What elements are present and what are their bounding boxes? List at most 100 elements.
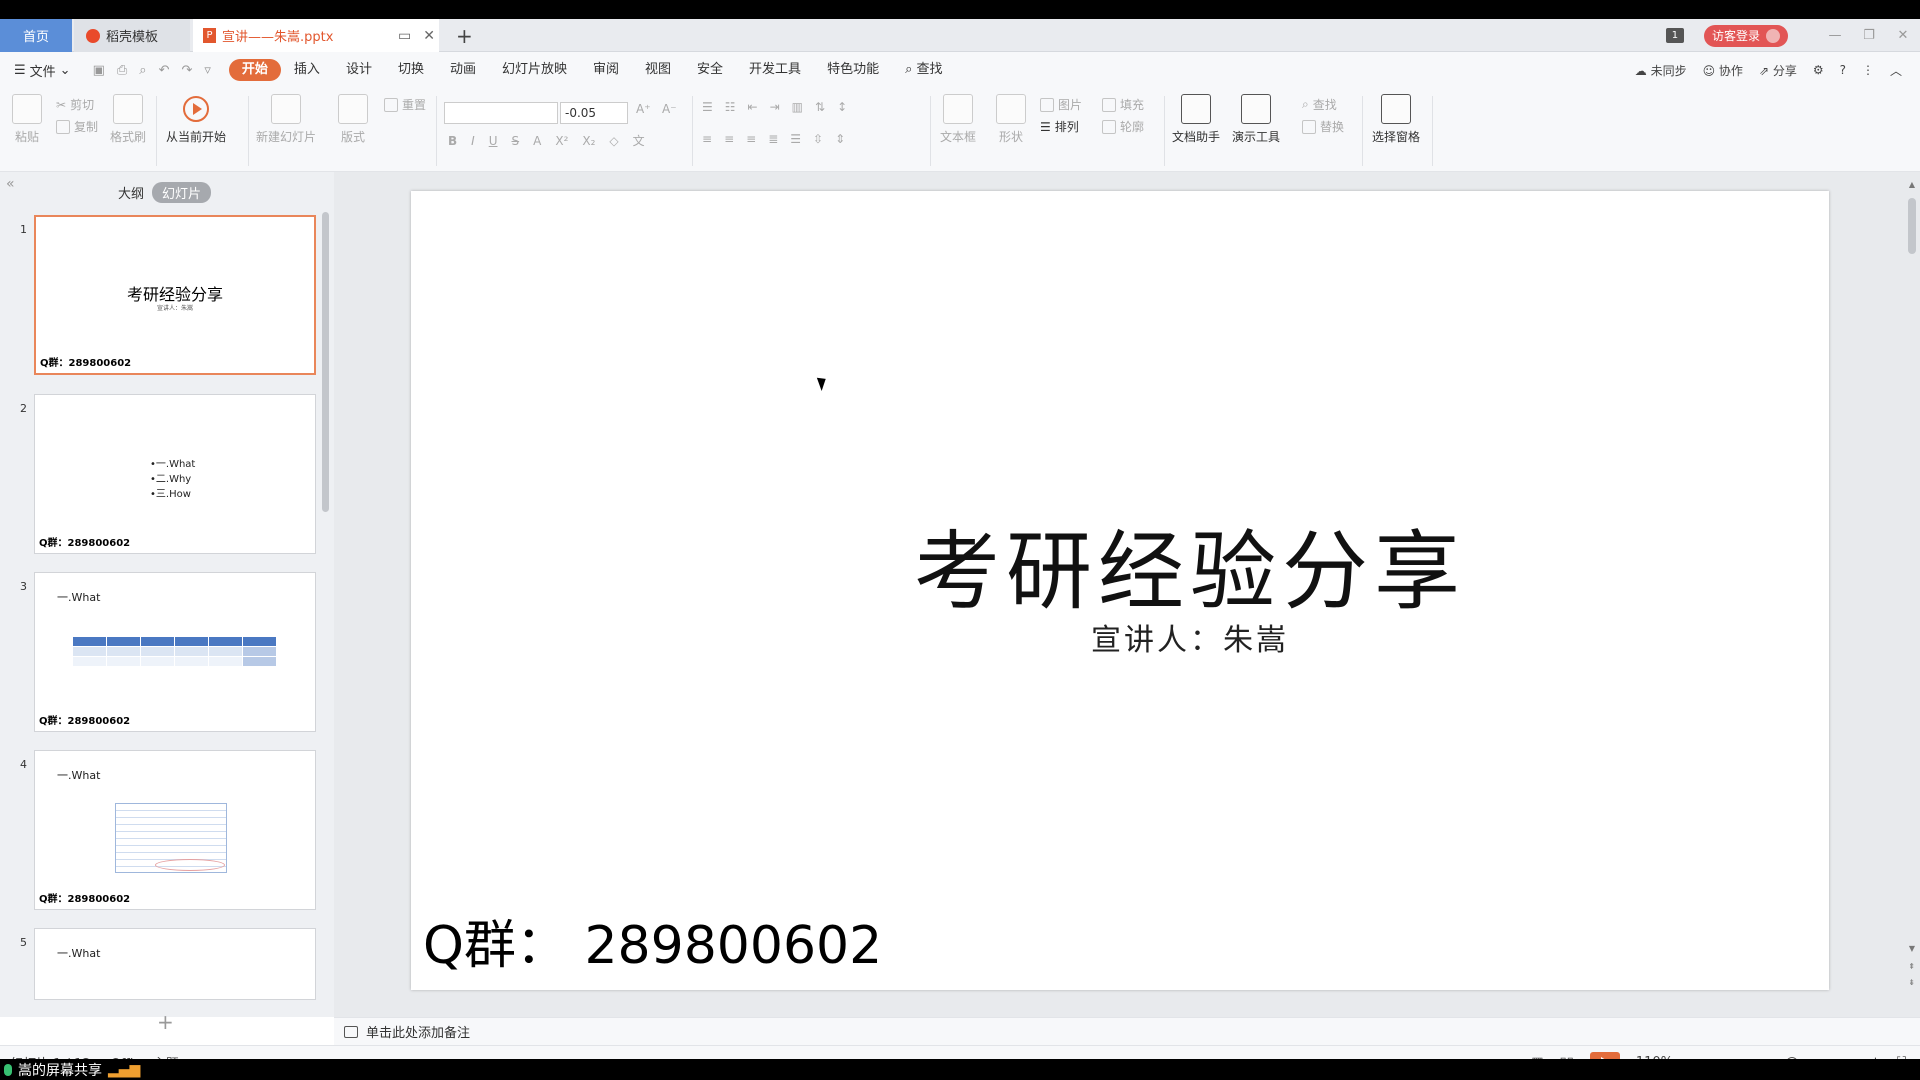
- add-slide-button[interactable]: +: [157, 1010, 174, 1034]
- scroll-down-icon[interactable]: ▼: [1909, 944, 1915, 953]
- italic-icon[interactable]: I: [471, 134, 475, 148]
- menu-tab-design[interactable]: 设计: [333, 59, 385, 81]
- select-pane-button[interactable]: 选择窗格: [1372, 94, 1420, 145]
- editor-scrollbar[interactable]: [1908, 198, 1916, 254]
- collapse-panel-icon[interactable]: «: [6, 176, 15, 192]
- undo-icon[interactable]: ↶: [159, 63, 170, 78]
- minimize-icon[interactable]: —: [1818, 28, 1852, 43]
- notes-placeholder[interactable]: 单击此处添加备注: [366, 1022, 470, 1041]
- next-slide-icon[interactable]: ⇟: [1908, 978, 1915, 987]
- bullets-icon[interactable]: ☰: [702, 100, 713, 114]
- justify-icon[interactable]: ≣: [768, 132, 778, 146]
- customize-icon[interactable]: ▿: [204, 63, 211, 78]
- menu-tab-features[interactable]: 特色功能: [814, 59, 892, 81]
- decrease-indent-icon[interactable]: ⇤: [748, 100, 758, 114]
- share-button[interactable]: ⇗ 分享: [1759, 62, 1797, 79]
- layout-button[interactable]: 版式: [338, 94, 368, 145]
- arrange-button[interactable]: ☰ 排列: [1040, 118, 1079, 135]
- close-window-icon[interactable]: ✕: [1886, 28, 1920, 43]
- slide-thumbnail-1[interactable]: 考研经验分享 宣讲人：朱嵩 Q群：289800602: [34, 215, 316, 375]
- slide-subtitle[interactable]: 宣讲人：朱嵩: [411, 615, 1829, 659]
- menu-tab-view[interactable]: 视图: [632, 59, 684, 81]
- menu-tab-slideshow[interactable]: 幻灯片放映: [489, 59, 580, 81]
- text-direction-icon[interactable]: ⇅: [815, 100, 825, 114]
- fill-button[interactable]: 填充: [1102, 96, 1144, 113]
- menu-tab-transitions[interactable]: 切换: [385, 59, 437, 81]
- slide-thumbnail-3[interactable]: 一.What Q群：289800602: [34, 572, 316, 732]
- present-tools-button[interactable]: 演示工具: [1232, 94, 1280, 145]
- font-size-input[interactable]: -0.05: [560, 102, 628, 124]
- clear-format-icon[interactable]: ◇: [609, 134, 618, 148]
- collab-button[interactable]: ☺ 协作: [1703, 62, 1743, 79]
- collapse-ribbon-icon[interactable]: ︿: [1890, 62, 1902, 79]
- file-menu[interactable]: ☰ 文件 ⌄: [14, 61, 71, 80]
- prev-slide-icon[interactable]: ⇞: [1908, 962, 1915, 971]
- strikethrough-icon[interactable]: S: [512, 134, 520, 148]
- align-right-icon[interactable]: ≡: [746, 132, 756, 146]
- align-center-icon[interactable]: ≡: [724, 132, 734, 146]
- help-icon[interactable]: ?: [1840, 63, 1846, 77]
- subscript-icon[interactable]: X₂: [582, 134, 595, 148]
- save-icon[interactable]: ▣: [93, 63, 105, 78]
- columns-icon[interactable]: ▥: [792, 100, 803, 114]
- restore-tab-icon[interactable]: ▭: [398, 28, 411, 44]
- more-icon[interactable]: ⋮: [1862, 63, 1874, 77]
- close-tab-icon[interactable]: ✕: [423, 28, 435, 44]
- replace-button[interactable]: 替换: [1302, 118, 1344, 135]
- login-button[interactable]: 访客登录: [1703, 24, 1788, 47]
- menu-tab-security[interactable]: 安全: [684, 59, 736, 81]
- underline-icon[interactable]: U: [489, 134, 498, 148]
- tab-template[interactable]: 稻壳模板: [74, 19, 190, 52]
- menu-tab-home[interactable]: 开始: [228, 59, 281, 81]
- shape-button[interactable]: 形状: [996, 94, 1026, 145]
- find-button[interactable]: ⌕ 查找: [1302, 96, 1337, 113]
- tab-slides[interactable]: 幻灯片: [152, 182, 212, 203]
- picture-button[interactable]: 图片: [1040, 96, 1082, 113]
- copy-button[interactable]: 复制: [56, 118, 98, 135]
- settings-icon[interactable]: ⚙: [1813, 63, 1824, 77]
- menu-tab-insert[interactable]: 插入: [281, 59, 333, 81]
- align-left-icon[interactable]: ≡: [702, 132, 712, 146]
- notes-bar[interactable]: 单击此处添加备注: [334, 1017, 1920, 1045]
- maximize-icon[interactable]: ❐: [1852, 28, 1886, 43]
- new-tab-button[interactable]: +: [456, 24, 473, 48]
- slide-thumbnail-2[interactable]: •一.What •二.Why •三.How Q群：289800602: [34, 394, 316, 554]
- slide-footer[interactable]: Q群： 289800602: [423, 903, 882, 978]
- bold-icon[interactable]: B: [448, 134, 457, 148]
- menu-search[interactable]: ⌕ 查找: [892, 59, 955, 81]
- paste-button[interactable]: 粘贴: [12, 94, 42, 145]
- sync-button[interactable]: ☁ 未同步: [1635, 62, 1687, 79]
- para-spacing-icon[interactable]: ⇳: [813, 132, 823, 146]
- slide-title[interactable]: 考研经验分享: [411, 501, 1829, 626]
- increase-indent-icon[interactable]: ⇥: [770, 100, 780, 114]
- superscript-icon[interactable]: X²: [555, 134, 568, 148]
- cut-button[interactable]: ✂ 剪切: [56, 96, 94, 113]
- font-color-icon[interactable]: A: [533, 134, 541, 148]
- slide-thumbnail-4[interactable]: 一.What Q群：289800602: [34, 750, 316, 910]
- reset-button[interactable]: 重置: [384, 96, 426, 113]
- tab-home[interactable]: 首页: [0, 19, 72, 52]
- distribute-icon[interactable]: ☰: [790, 132, 801, 146]
- menu-tab-review[interactable]: 审阅: [580, 59, 632, 81]
- menu-tab-developer[interactable]: 开发工具: [736, 59, 814, 81]
- line-spacing-icon[interactable]: ↕: [837, 100, 847, 114]
- shrink-font-icon[interactable]: A⁻: [662, 102, 677, 116]
- tab-outline[interactable]: 大纲: [118, 183, 144, 202]
- redo-icon[interactable]: ↷: [181, 63, 192, 78]
- grow-font-icon[interactable]: A⁺: [636, 102, 651, 116]
- numbering-icon[interactable]: ☷: [725, 100, 736, 114]
- character-shading-icon[interactable]: 文: [633, 132, 645, 149]
- outline-button[interactable]: 轮廓: [1102, 118, 1144, 135]
- print-preview-icon[interactable]: ⌕: [139, 63, 146, 78]
- align-text-icon[interactable]: ⇕: [835, 132, 845, 146]
- page-badge[interactable]: 1: [1665, 28, 1684, 43]
- new-slide-button[interactable]: 新建幻灯片: [256, 94, 316, 145]
- doc-assistant-button[interactable]: 文档助手: [1172, 94, 1220, 145]
- menu-tab-animations[interactable]: 动画: [437, 59, 489, 81]
- panel-scrollbar[interactable]: [322, 212, 329, 512]
- play-from-current-button[interactable]: 从当前开始: [166, 94, 226, 145]
- microphone-icon[interactable]: [4, 1063, 12, 1076]
- current-slide[interactable]: 考研经验分享 宣讲人：朱嵩 Q群： 289800602: [411, 191, 1829, 990]
- print-icon[interactable]: ⎙: [117, 63, 127, 78]
- format-painter-button[interactable]: 格式刷: [110, 94, 146, 145]
